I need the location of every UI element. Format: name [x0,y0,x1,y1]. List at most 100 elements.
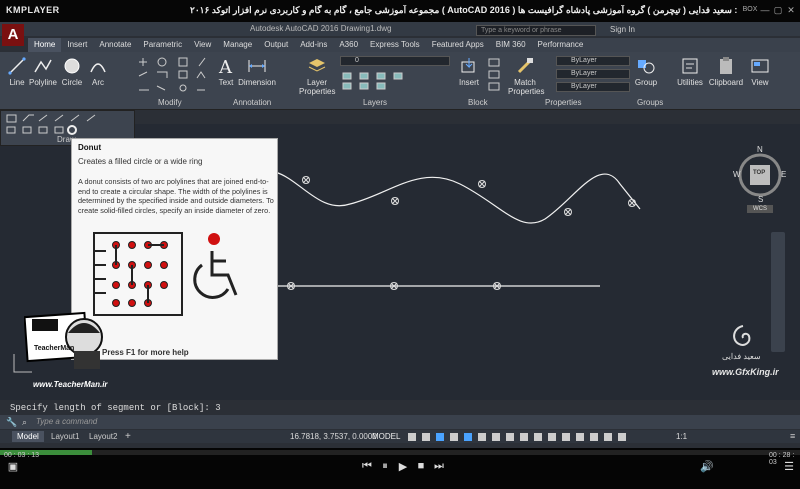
viewcube[interactable]: TOP N S E W [733,145,787,204]
properties-panel-label[interactable]: Properties [545,98,581,107]
autocad-title-bar [0,22,800,36]
box-button[interactable]: BOX [742,5,758,15]
tab-add-ins[interactable]: Add-ins [294,38,333,52]
viewcube-top[interactable]: TOP [753,170,765,176]
insert-button[interactable]: Insert [456,56,482,87]
view-button[interactable]: View [748,56,772,87]
model-space-button[interactable]: MODEL [372,432,400,441]
line-button[interactable]: Line [6,56,28,87]
polyline-button[interactable]: Polyline [28,56,58,87]
clipboard-label: Clipboard [708,78,744,87]
volume-icon[interactable]: 🔊 [700,460,714,473]
svg-text:A: A [218,57,233,76]
line-label: Line [9,78,25,87]
match-properties-button[interactable]: Match Properties [508,56,545,96]
wrench-icon[interactable]: 🔧 [6,417,17,428]
groups-panel-label[interactable]: Groups [637,98,663,107]
dimension-button[interactable]: Dimension [238,56,276,87]
tab-layout2[interactable]: Layout2 [84,431,122,442]
tab-a360[interactable]: A360 [333,38,364,52]
previous-icon[interactable]: ⏮ [360,460,374,473]
tooltip-title: Donut [78,143,102,152]
clipboard-button[interactable]: Clipboard [708,56,744,87]
tab-performance[interactable]: Performance [532,38,590,52]
tab-layout1[interactable]: Layout1 [46,431,84,442]
insert-label: Insert [458,78,479,87]
layer-tools [340,70,450,92]
block-tools [486,56,504,92]
dimension-icon [248,60,266,72]
group-button[interactable]: Group [634,56,658,87]
annotation-panel-label[interactable]: Annotation [233,98,271,107]
teacherman-site: www.TeacherMan.ir [33,380,108,389]
maximize-icon[interactable]: ▢ [773,5,783,15]
tab-manage[interactable]: Manage [217,38,258,52]
search-input[interactable]: Type a keyword or phrase [476,25,596,36]
color-dropdown[interactable]: ByLayer [556,56,630,66]
layer-dropdown[interactable]: 0 [340,56,450,66]
lineweight-dropdown[interactable]: ByLayer [556,82,630,92]
match-properties-label: Match Properties [508,78,545,96]
tab-insert[interactable]: Insert [61,38,93,52]
folder-icon[interactable]: ▣ [6,460,20,473]
layer-properties-button[interactable]: Layer Properties [299,56,335,96]
command-search-icon[interactable]: ⌕ [22,417,27,428]
utilities-button[interactable]: Utilities [674,56,706,87]
lineweight-dropdown-value: ByLayer [571,83,597,90]
tab-parametric[interactable]: Parametric [137,38,188,52]
gfxking-site: www.GfxKing.ir [712,367,779,377]
modify-panel-label[interactable]: Modify [158,98,182,107]
tab-home[interactable]: Home [28,38,62,52]
command-line[interactable] [0,415,800,429]
view-label: View [751,78,769,87]
sign-in-button[interactable]: Sign In [610,25,635,34]
menu-icon[interactable]: ☰ [782,460,796,473]
dimension-label: Dimension [238,78,276,87]
group-label: Group [634,78,658,87]
viewcube-east[interactable]: E [781,170,786,179]
minimize-icon[interactable]: — [760,5,770,15]
viewcube-south[interactable]: S [758,195,763,204]
teacherman-logo-image [23,311,103,369]
customize-icon[interactable]: ≡ [790,431,795,441]
utilities-icon [682,58,698,74]
block-panel-label[interactable]: Block [468,98,488,107]
viewcube-west[interactable]: W [733,170,741,179]
tab-output[interactable]: Output [258,38,294,52]
layer-properties-icon [308,59,326,72]
text-button[interactable]: A Text [214,56,238,87]
close-icon[interactable]: ✕ [786,5,796,15]
tab-model[interactable]: Model [12,431,44,442]
tab-bim360[interactable]: BIM 360 [490,38,532,52]
command-input[interactable]: Type a command [36,417,97,426]
circle-button[interactable]: Circle [60,56,84,87]
tab-annotate[interactable]: Annotate [93,38,137,52]
arc-button[interactable]: Arc [88,56,108,87]
seek-bar[interactable] [0,450,800,455]
clipboard-icon [720,57,732,74]
viewcube-north[interactable]: N [757,145,763,154]
teacherman-logo: TeacherMan [23,307,110,373]
next-icon[interactable]: ⏭ [432,460,446,473]
tab-express-tools[interactable]: Express Tools [364,38,426,52]
polyline-label: Polyline [28,78,57,87]
autocad-logo[interactable]: A [2,24,24,46]
author-name: سعید فدایی [722,352,761,361]
coordinates-readout: 16.7818, 3.7537, 0.0000 [290,432,377,441]
linetype-dropdown[interactable]: ByLayer [556,69,630,79]
status-toggles[interactable] [408,432,668,442]
play-icon[interactable]: ▶ [396,460,410,473]
linetype-dropdown-value: ByLayer [571,70,597,77]
group-icon [638,60,655,74]
navigation-bar[interactable] [771,232,785,352]
wcs-menu[interactable]: WCS [747,205,773,213]
stop-icon[interactable]: ■ [414,460,428,472]
annotation-scale[interactable]: 1:1 [676,432,687,441]
modify-tools-icons [138,57,206,92]
pause-icon[interactable]: ⏸ [378,460,392,473]
tab-featured-apps[interactable]: Featured Apps [426,38,490,52]
add-layout-icon[interactable]: + [120,431,136,442]
layers-panel-label[interactable]: Layers [363,98,387,107]
utilities-label: Utilities [677,78,703,87]
tab-view[interactable]: View [188,38,217,52]
